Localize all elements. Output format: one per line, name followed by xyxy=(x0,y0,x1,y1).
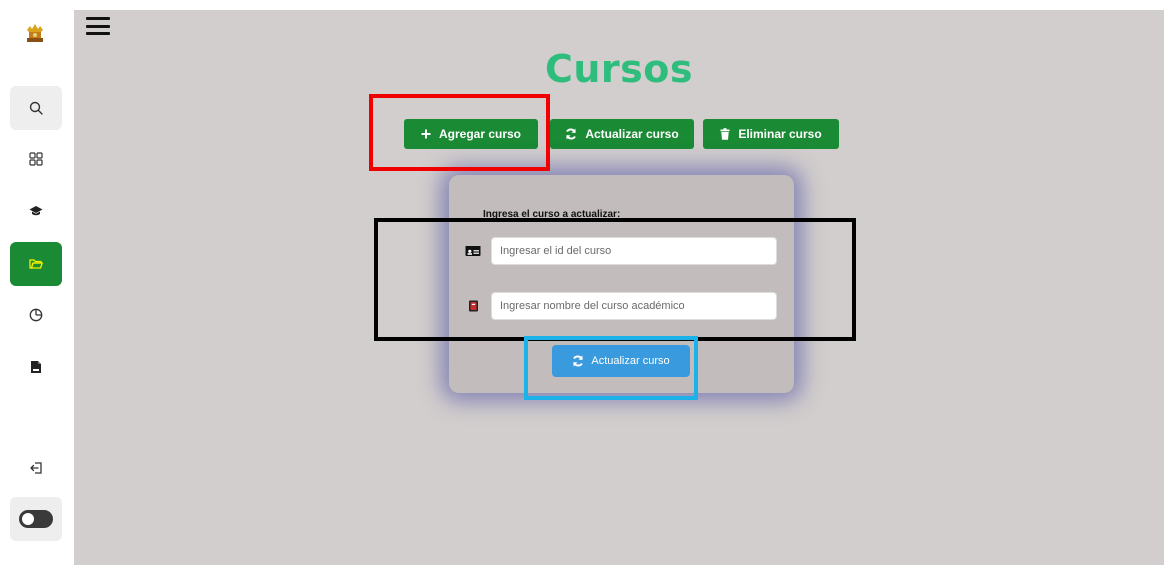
theme-toggle[interactable] xyxy=(10,497,62,541)
annotation-box-red xyxy=(369,94,550,171)
sidebar-item-search[interactable] xyxy=(10,86,62,130)
search-icon xyxy=(29,101,43,115)
sidebar-item-reports[interactable] xyxy=(10,345,62,389)
sync-icon xyxy=(566,128,577,140)
sidebar-item-history[interactable] xyxy=(10,293,62,337)
sidebar-item-courses[interactable] xyxy=(10,242,62,286)
delete-course-label: Eliminar curso xyxy=(738,127,822,141)
grid-icon xyxy=(29,152,43,166)
trash-icon xyxy=(720,128,730,140)
file-icon xyxy=(31,361,41,373)
graduation-cap-icon xyxy=(29,206,43,216)
toggle-knob xyxy=(22,513,34,525)
annotation-box-blue xyxy=(524,336,698,400)
hamburger-icon[interactable] xyxy=(86,17,110,35)
main-content: Cursos Agregar curso Actualizar curso El xyxy=(74,10,1164,565)
update-course-button[interactable]: Actualizar curso xyxy=(550,119,694,149)
toggle-track xyxy=(19,510,53,528)
sidebar xyxy=(0,0,74,565)
logo-icon[interactable] xyxy=(24,22,46,44)
logout-icon xyxy=(30,462,42,474)
annotation-box-black xyxy=(374,218,856,341)
page-title: Cursos xyxy=(544,47,694,91)
sidebar-item-students[interactable] xyxy=(10,189,62,233)
sidebar-item-logout[interactable] xyxy=(10,446,62,490)
sidebar-item-dashboard[interactable] xyxy=(10,137,62,181)
clock-icon xyxy=(29,308,43,322)
delete-course-button[interactable]: Eliminar curso xyxy=(703,119,839,149)
folder-icon xyxy=(29,259,43,269)
update-course-label: Actualizar curso xyxy=(585,127,679,141)
page: Cursos Agregar curso Actualizar curso El xyxy=(0,0,1164,565)
